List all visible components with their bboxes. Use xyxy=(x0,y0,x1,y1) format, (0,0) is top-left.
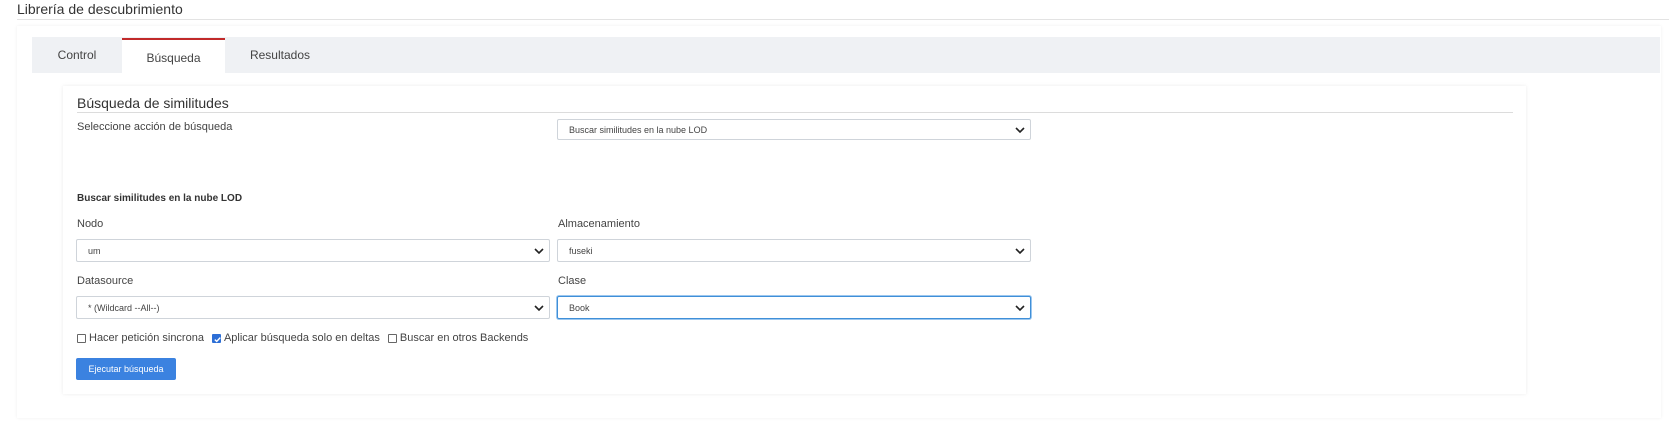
tab-busqueda[interactable]: Búsqueda xyxy=(122,38,225,75)
chevron-down-icon xyxy=(1015,248,1025,255)
action-select-value: Buscar similitudes en la nube LOD xyxy=(569,124,708,135)
checkmark-icon xyxy=(214,336,221,342)
tab-bar: Control Búsqueda Resultados xyxy=(32,37,1660,75)
backends-checkbox-label[interactable]: Buscar en otros Backends xyxy=(400,332,528,344)
class-label: Clase xyxy=(558,275,587,287)
node-label: Nodo xyxy=(77,218,104,230)
datasource-select-value: * (Wildcard --All--) xyxy=(88,302,160,313)
run-search-button[interactable]: Ejecutar búsqueda xyxy=(76,358,176,380)
tab-control[interactable]: Control xyxy=(32,37,122,73)
sync-option[interactable]: Hacer petición sincrona xyxy=(77,332,204,344)
sync-checkbox[interactable] xyxy=(77,333,86,343)
deltas-checkbox-label[interactable]: Aplicar búsqueda solo en deltas xyxy=(224,332,380,344)
class-select[interactable]: Book xyxy=(557,296,1031,319)
action-label: Seleccione acción de búsqueda xyxy=(77,121,233,133)
chevron-down-icon xyxy=(1015,127,1025,134)
class-select-value: Book xyxy=(569,302,590,313)
deltas-option[interactable]: Aplicar búsqueda solo en deltas xyxy=(211,332,380,344)
options-row: Hacer petición sincrona Aplicar búsqueda… xyxy=(77,331,536,345)
deltas-checkbox[interactable] xyxy=(211,333,221,343)
datasource-select[interactable]: * (Wildcard --All--) xyxy=(76,296,550,319)
backends-checkbox[interactable] xyxy=(387,333,397,343)
title-divider xyxy=(17,19,1669,20)
run-search-button-label: Ejecutar búsqueda xyxy=(88,364,164,374)
node-select-value: um xyxy=(88,245,101,256)
tab-control-label: Control xyxy=(57,48,97,62)
action-select[interactable]: Buscar similitudes en la nube LOD xyxy=(557,119,1031,140)
tab-busqueda-label: Búsqueda xyxy=(146,50,201,65)
storage-select-value: fuseki xyxy=(569,245,593,256)
section-divider xyxy=(77,112,1513,113)
chevron-down-icon xyxy=(534,305,544,312)
chevron-down-icon xyxy=(1015,305,1025,312)
chevron-down-icon xyxy=(534,248,544,255)
sync-checkbox-label[interactable]: Hacer petición sincrona xyxy=(89,332,204,344)
section-title: Búsqueda de similitudes xyxy=(77,95,229,111)
subsection-title: Buscar similitudes en la nube LOD xyxy=(77,193,243,204)
storage-select[interactable]: fuseki xyxy=(557,239,1031,262)
page-title: Librería de descubrimiento xyxy=(17,1,183,17)
storage-label: Almacenamiento xyxy=(558,218,640,230)
tab-resultados-label: Resultados xyxy=(249,48,311,62)
node-select[interactable]: um xyxy=(76,239,550,262)
backends-option[interactable]: Buscar en otros Backends xyxy=(387,332,528,344)
datasource-label: Datasource xyxy=(77,275,134,287)
tab-resultados[interactable]: Resultados xyxy=(225,37,335,73)
